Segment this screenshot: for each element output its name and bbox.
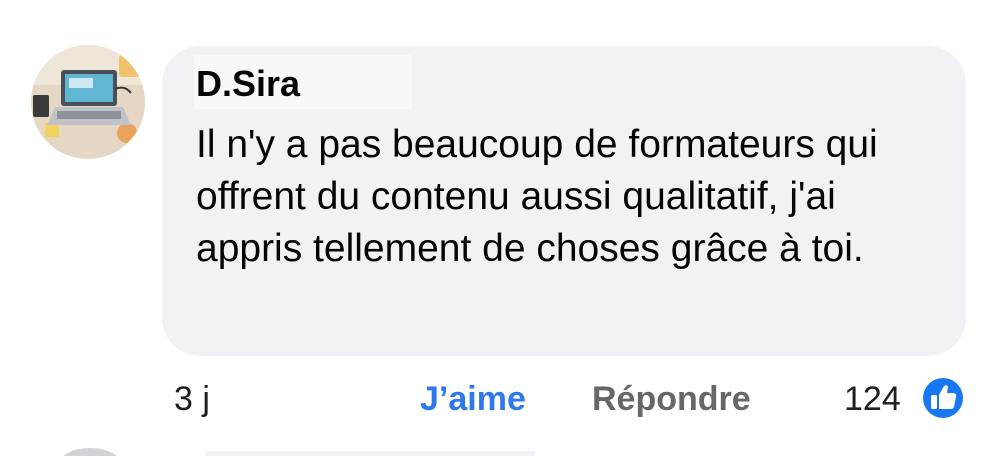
- reply-button[interactable]: Répondre: [592, 376, 751, 422]
- next-comment-bubble: [205, 451, 535, 456]
- thumbs-up-icon[interactable]: [918, 373, 968, 423]
- like-button[interactable]: J’aime: [420, 376, 526, 422]
- comment-timestamp[interactable]: 3 j: [174, 376, 210, 422]
- comment-author[interactable]: D.Sira: [196, 62, 300, 106]
- comment-text: Il n'y a pas beaucoup de formateurs qui …: [196, 123, 878, 270]
- avatar[interactable]: [31, 45, 145, 159]
- laptop-desk-photo: [31, 45, 145, 159]
- next-comment-avatar: [60, 448, 120, 456]
- reaction-count[interactable]: 124: [844, 376, 901, 422]
- comment: D.Sira Il n'y a pas beaucoup de formateu…: [0, 0, 999, 456]
